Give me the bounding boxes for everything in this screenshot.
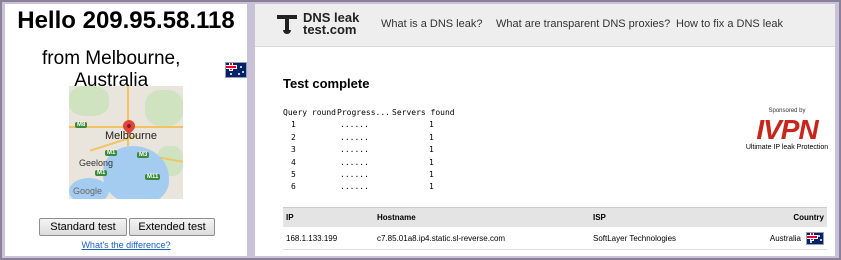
map-shield-m8: M8 — [75, 122, 88, 128]
table-row: 168.1.133.199 c7.85.01a8.ip4.static.sl-r… — [283, 227, 827, 250]
col-country: Country — [793, 213, 824, 222]
top-nav: DNS leak test.com What is a DNS leak? Wh… — [255, 4, 835, 47]
dns-leak-test-panel: DNS leak test.com What is a DNS leak? Wh… — [255, 4, 835, 256]
header-query-round: Query round — [283, 108, 336, 117]
nav-link-what-is-dns-leak[interactable]: What is a DNS leak? — [381, 18, 482, 30]
col-ip: IP — [286, 213, 294, 222]
nav-link-how-to-fix[interactable]: How to fix a DNS leak — [676, 18, 783, 30]
query-progress: ...... — [340, 182, 369, 192]
map-shield-m3: M3 — [137, 152, 150, 158]
extended-test-button[interactable]: Extended test — [129, 218, 215, 236]
query-round: 1 — [291, 120, 296, 130]
map-city-geelong: Geelong — [79, 158, 114, 168]
nav-link-transparent-dns-proxies[interactable]: What are transparent DNS proxies? — [496, 18, 670, 30]
query-round: 4 — [291, 157, 296, 167]
header-servers-found: Servers found — [392, 108, 455, 117]
map-city-melbourne: Melbourne — [105, 130, 157, 142]
dns-servers-results-table: IP Hostname ISP Country 168.1.133.199 c7… — [283, 207, 827, 250]
query-servers: 1 — [429, 157, 434, 167]
query-servers: 1 — [429, 120, 434, 130]
query-progress: ...... — [340, 132, 369, 142]
result-isp: SoftLayer Technologies — [593, 234, 677, 243]
query-progress: ...... — [340, 169, 369, 179]
query-servers: 1 — [429, 182, 434, 192]
header-progress: Progress... — [337, 108, 390, 117]
sponsor-tagline: Ultimate IP leak Protection — [745, 144, 829, 151]
query-progress: ...... — [340, 145, 369, 155]
result-ip: 168.1.133.199 — [286, 234, 338, 243]
query-servers: 1 — [429, 169, 434, 179]
query-round: 6 — [291, 182, 296, 192]
google-logo: Google — [73, 186, 103, 196]
standard-test-button[interactable]: Standard test — [39, 218, 127, 236]
map-shield-m11: M11 — [145, 174, 161, 180]
result-hostname: c7.85.01a8.ip4.static.sl-reverse.com — [377, 234, 506, 243]
query-servers: 1 — [429, 132, 434, 142]
result-country: Australia — [769, 234, 801, 243]
location-map[interactable]: M8 M3 M1 M11 M1 Melbourne Geelong Google — [69, 86, 183, 199]
ivpn-logo[interactable]: IVPN — [739, 116, 835, 144]
map-shield-m1-south: M1 — [95, 170, 108, 176]
site-logo[interactable]: DNS leak test.com — [277, 11, 359, 37]
sponsor-block[interactable]: Sponsored by IVPN Ultimate IP leak Prote… — [739, 108, 835, 151]
col-hostname: Hostname — [377, 213, 416, 222]
australia-flag-icon — [806, 232, 824, 245]
col-isp: ISP — [593, 213, 606, 222]
greeting-ip: Hello 209.95.58.118 — [17, 7, 235, 34]
query-round: 2 — [291, 132, 296, 142]
query-round: 5 — [291, 169, 296, 179]
query-progress: ...... — [340, 120, 369, 130]
whats-the-difference-link[interactable]: What's the difference? — [5, 240, 247, 250]
faucet-logo-icon — [277, 13, 299, 35]
map-shield-m1: M1 — [105, 150, 118, 156]
query-servers: 1 — [429, 145, 434, 155]
logo-line-2: test.com — [303, 22, 357, 37]
query-round: 3 — [291, 145, 296, 155]
visitor-info-panel: Hello 209.95.58.118 from Melbourne, Aust… — [5, 4, 247, 256]
test-status-title: Test complete — [283, 76, 370, 91]
australia-flag-icon — [225, 62, 247, 78]
results-header: IP Hostname ISP Country — [283, 207, 827, 227]
query-progress: ...... — [340, 157, 369, 167]
